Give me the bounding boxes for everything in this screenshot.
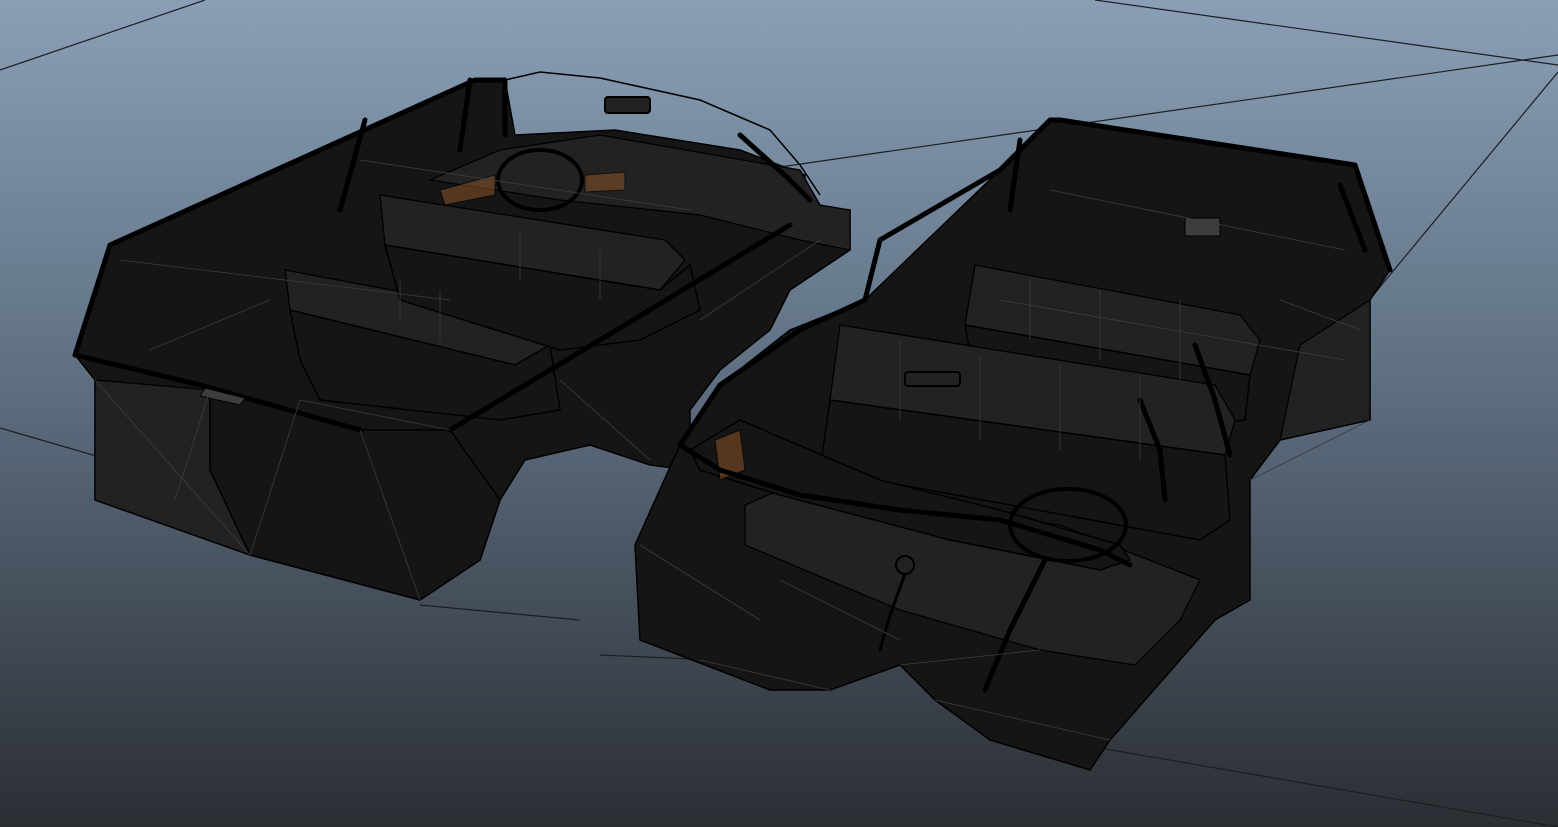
left-dash-gauges-2 <box>584 171 626 193</box>
left-rearview-mirror <box>604 96 651 114</box>
grid-line <box>1364 71 1558 306</box>
grid-line <box>419 604 581 621</box>
viewport-scene[interactable] <box>0 0 1558 827</box>
grid-line <box>1094 0 1558 66</box>
right-rearview-mirror <box>904 371 961 387</box>
right-gear-knob <box>895 555 915 575</box>
grid-line <box>0 0 206 71</box>
grid-line <box>0 427 111 461</box>
grid-line <box>1029 735 1558 827</box>
3d-viewport[interactable] <box>0 0 1558 827</box>
